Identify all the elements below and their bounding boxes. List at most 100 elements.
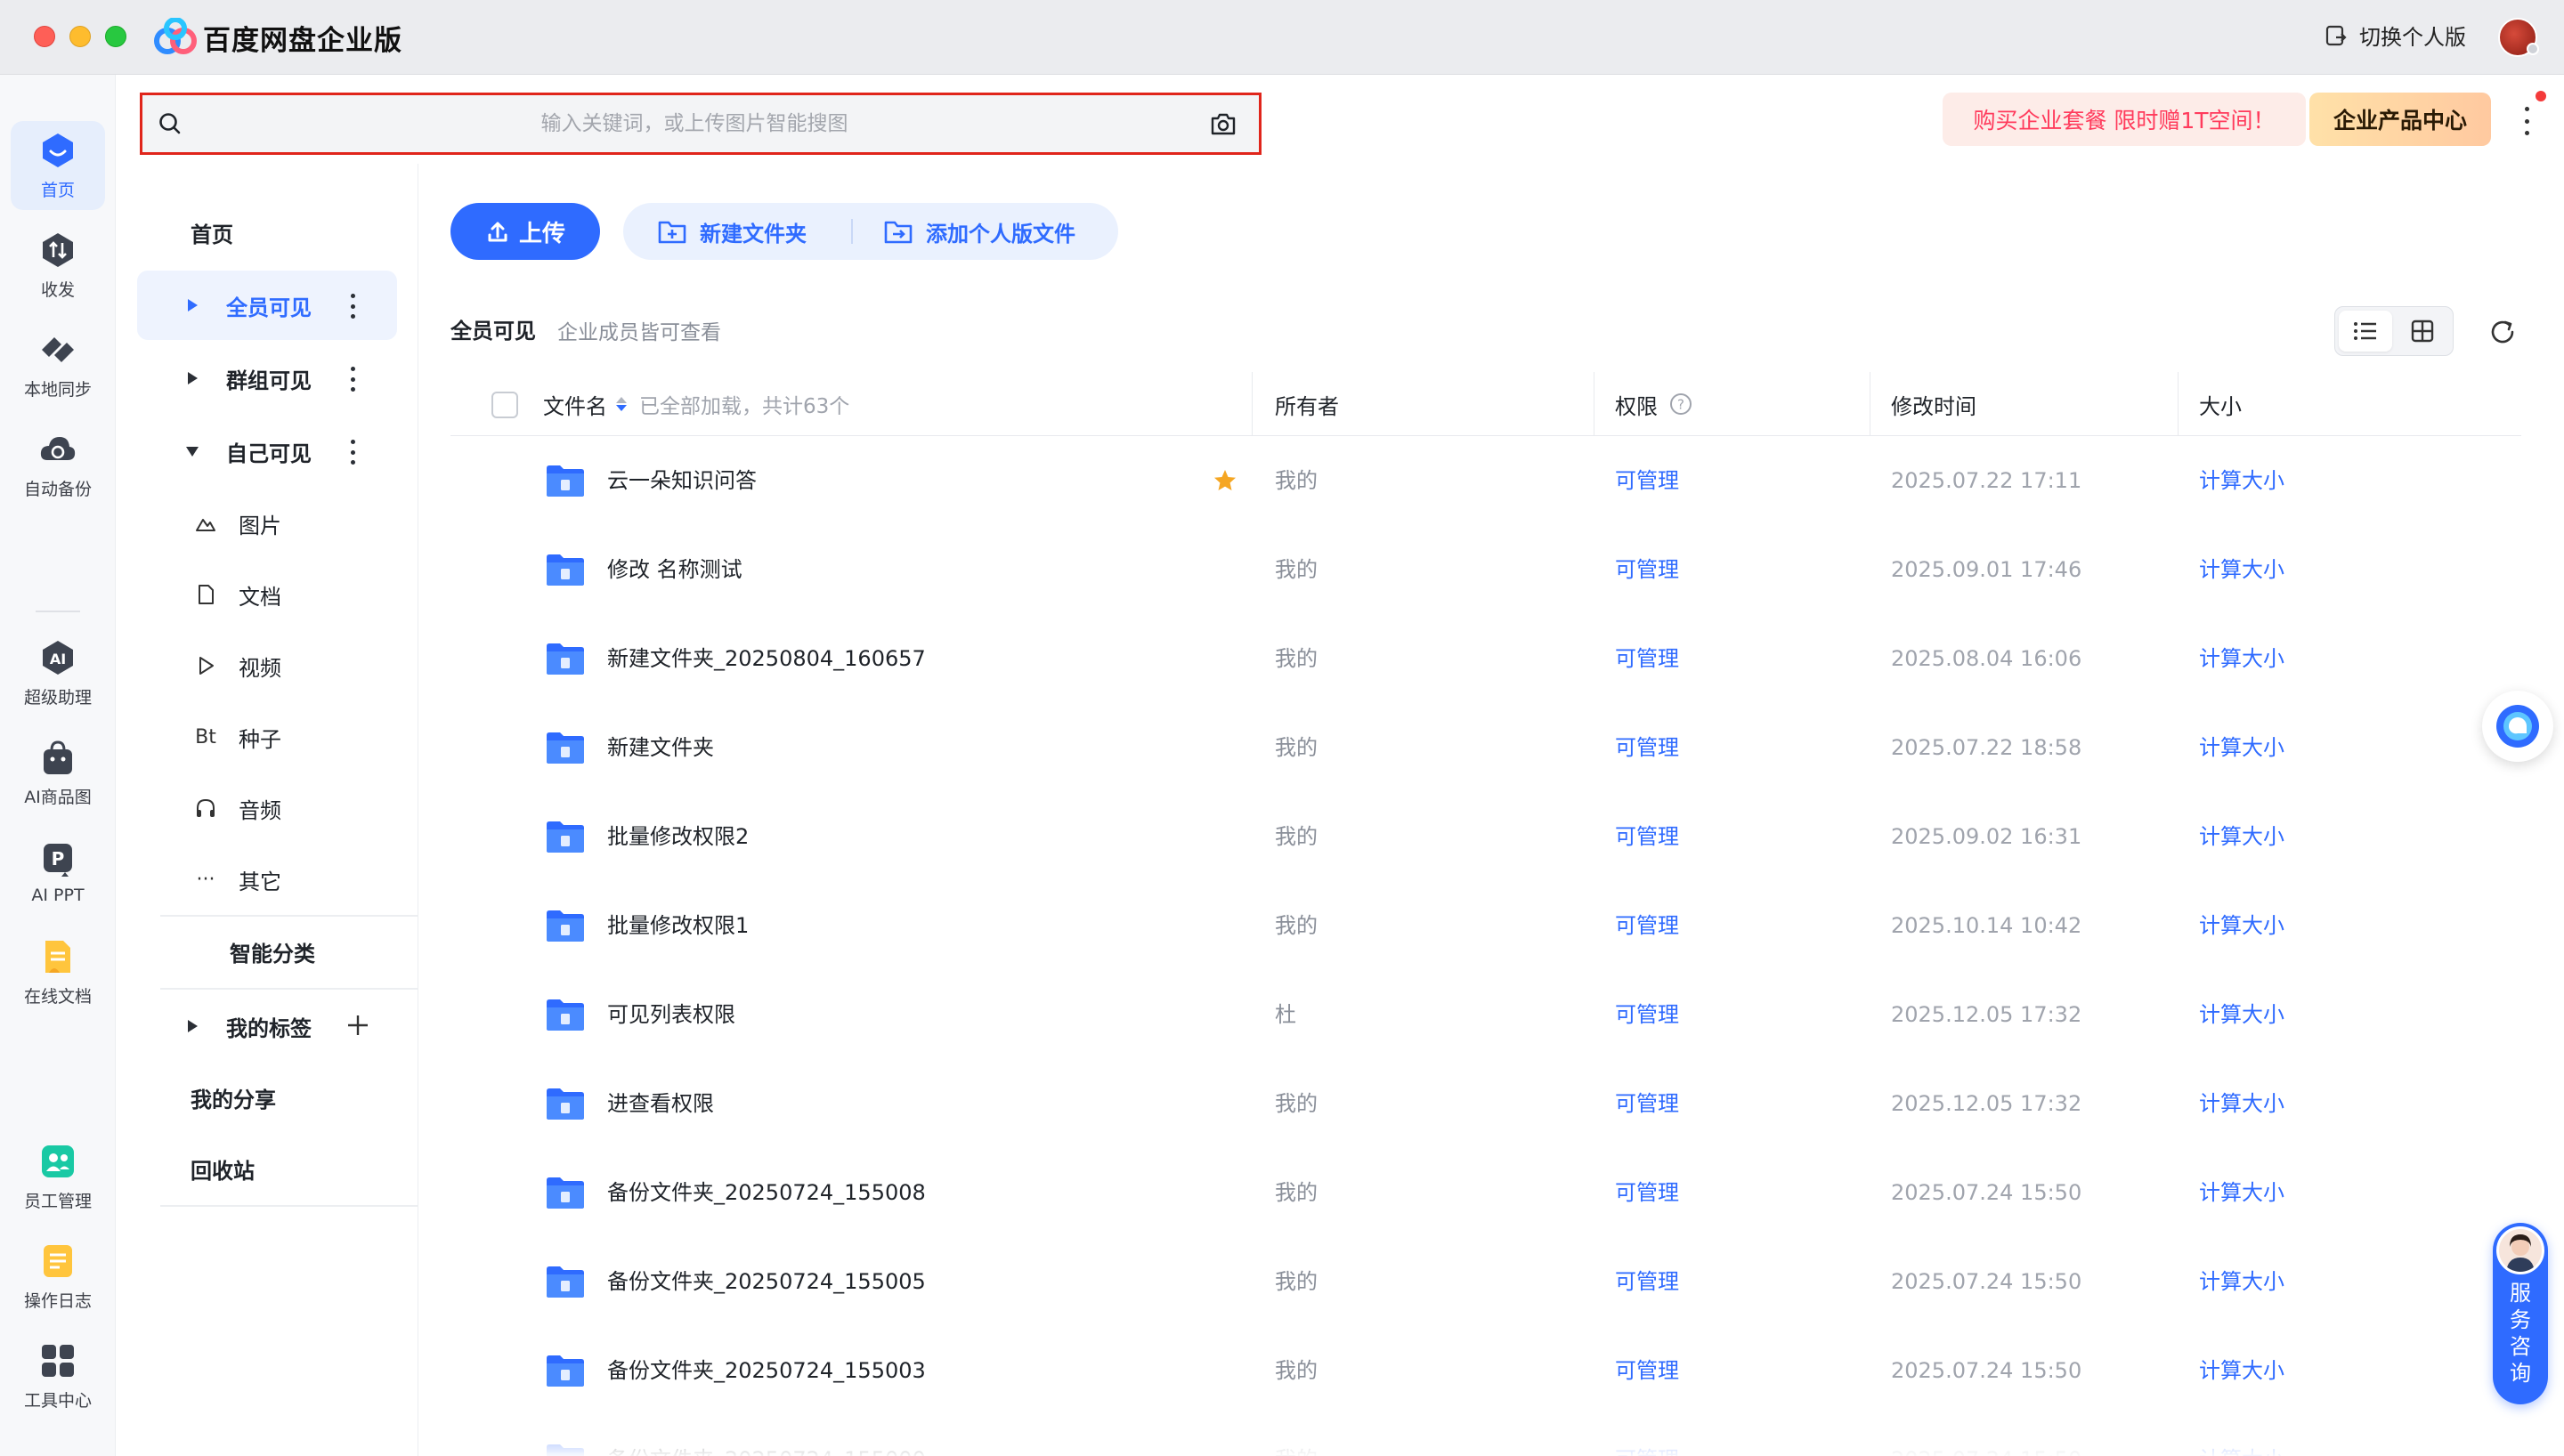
calculate-size-link[interactable]: 计算大小 [2199, 970, 2284, 1059]
maximize-window-button[interactable] [105, 26, 126, 47]
file-name[interactable]: 备份文件夹_20250724_155008 [607, 1148, 926, 1237]
file-permission-link[interactable]: 可管理 [1615, 1059, 1679, 1148]
nav-all-visible[interactable]: 全员可见 [137, 271, 397, 340]
calculate-size-link[interactable]: 计算大小 [2199, 703, 2284, 792]
table-row[interactable]: 进查看权限 我的 可管理 2025.12.05 17:32 计算大小 [450, 1059, 2521, 1148]
column-header-size[interactable]: 大小 [2199, 372, 2242, 436]
column-divider[interactable] [2178, 372, 2179, 436]
file-permission-link[interactable]: 可管理 [1615, 970, 1679, 1059]
rail-item-home[interactable]: 首页 [11, 121, 105, 210]
add-personal-file-button[interactable]: 添加个人版文件 [883, 203, 1075, 260]
table-row[interactable]: 备份文件夹_20250724_155003 我的 可管理 2025.07.24 15:… [450, 1326, 2521, 1415]
camera-icon[interactable] [1209, 110, 1237, 137]
nav-sub-audio[interactable]: 音频 [192, 781, 281, 835]
rail-item-super-assistant[interactable]: AI 超级助理 [11, 628, 105, 717]
file-permission-link[interactable]: 可管理 [1615, 881, 1679, 970]
nav-smart-category[interactable]: 智能分类 [137, 917, 397, 986]
expand-triangle-icon[interactable] [183, 369, 201, 387]
calculate-size-link[interactable]: 计算大小 [2199, 792, 2284, 881]
calculate-size-link[interactable]: 计算大小 [2199, 1148, 2284, 1237]
file-name[interactable]: 批量修改权限1 [607, 881, 749, 970]
calculate-size-link[interactable]: 计算大小 [2199, 881, 2284, 970]
rail-item-local-sync[interactable]: 本地同步 [11, 320, 105, 409]
expand-triangle-icon[interactable] [183, 1017, 201, 1035]
nav-sub-videos[interactable]: 视频 [192, 639, 281, 692]
nav-my-shares[interactable]: 我的分享 [137, 1063, 397, 1132]
nav-home[interactable]: 首页 [137, 198, 397, 267]
more-options-icon[interactable] [351, 367, 358, 392]
promo-banner[interactable]: 购买企业套餐 限时赠1T空间！ [1943, 93, 2306, 146]
table-row[interactable]: 备份文件夹_20250724_155008 我的 可管理 2025.07.24 15:… [450, 1148, 2521, 1237]
file-permission-link[interactable]: 可管理 [1615, 792, 1679, 881]
nav-my-tags[interactable]: 我的标签 [137, 991, 397, 1061]
more-options-icon[interactable] [351, 440, 358, 465]
collapse-triangle-icon[interactable] [183, 442, 201, 460]
rail-item-staff-management[interactable]: 员工管理 [11, 1132, 105, 1221]
column-header-name[interactable]: 文件名 已全部加载，共计63个 [543, 372, 849, 436]
product-center-button[interactable]: 企业产品中心 [2309, 93, 2491, 146]
rail-item-ai-product-image[interactable]: AI商品图 [11, 728, 105, 817]
calculate-size-link[interactable]: 计算大小 [2199, 1237, 2284, 1326]
file-name[interactable]: 可见列表权限 [607, 970, 735, 1059]
more-menu-icon[interactable] [2516, 103, 2537, 139]
table-row[interactable]: 云一朵知识问答 我的 可管理 2025.07.22 17:11 计算大小 [450, 436, 2521, 525]
nav-recycle-bin[interactable]: 回收站 [137, 1134, 397, 1203]
more-options-icon[interactable] [351, 294, 358, 319]
table-row[interactable]: 新建文件夹_20250804_160657 我的 可管理 2025.08.04 16:… [450, 614, 2521, 703]
rail-item-auto-backup[interactable]: 自动备份 [11, 420, 105, 509]
search-bar[interactable] [140, 93, 1262, 155]
rail-item-online-doc[interactable]: 在线文档 [11, 927, 105, 1016]
table-row[interactable]: 备份文件夹_20250724_155005 我的 可管理 2025.07.24 15:… [450, 1237, 2521, 1326]
search-input[interactable] [196, 104, 1193, 143]
column-header-modified[interactable]: 修改时间 [1891, 372, 1976, 436]
nav-sub-documents[interactable]: 文档 [192, 568, 281, 621]
calculate-size-link[interactable]: 计算大小 [2199, 1059, 2284, 1148]
assistant-float-button[interactable] [2482, 691, 2553, 762]
file-name[interactable]: 进查看权限 [607, 1059, 714, 1148]
file-name[interactable]: 备份文件夹_20250724_155005 [607, 1237, 926, 1326]
expand-triangle-icon[interactable] [183, 296, 201, 314]
table-row[interactable]: 批量修改权限2 我的 可管理 2025.09.02 16:31 计算大小 [450, 792, 2521, 881]
switch-personal-button[interactable]: 切换个人版 [2324, 20, 2466, 51]
table-row[interactable]: 修改 名称测试 我的 可管理 2025.09.01 17:46 计算大小 [450, 525, 2521, 614]
table-row[interactable]: 新建文件夹 我的 可管理 2025.07.22 18:58 计算大小 [450, 703, 2521, 792]
refresh-icon[interactable] [2487, 317, 2518, 347]
nav-sub-other[interactable]: ··· 其它 [192, 853, 282, 906]
upload-button[interactable]: 上传 [450, 203, 600, 260]
calculate-size-link[interactable]: 计算大小 [2199, 525, 2284, 614]
calculate-size-link[interactable]: 计算大小 [2199, 1326, 2284, 1415]
file-permission-link[interactable]: 可管理 [1615, 1148, 1679, 1237]
file-permission-link[interactable]: 可管理 [1615, 525, 1679, 614]
close-window-button[interactable] [34, 26, 55, 47]
file-name[interactable]: 新建文件夹_20250804_160657 [607, 614, 926, 703]
file-permission-link[interactable]: 可管理 [1615, 703, 1679, 792]
table-row[interactable]: 批量修改权限1 我的 可管理 2025.10.14 10:42 计算大小 [450, 881, 2521, 970]
select-all-checkbox[interactable] [491, 392, 518, 418]
file-name[interactable]: 修改 名称测试 [607, 525, 742, 614]
rail-item-ai-ppt[interactable]: P AI PPT [11, 828, 105, 917]
nav-sub-images[interactable]: 图片 [192, 497, 281, 550]
file-name[interactable]: 云一朵知识问答 [607, 436, 757, 525]
rail-item-operation-log[interactable]: 操作日志 [11, 1232, 105, 1321]
file-name[interactable]: 新建文件夹 [607, 703, 714, 792]
new-folder-button[interactable]: 新建文件夹 [657, 203, 807, 260]
grid-view-button[interactable] [2396, 311, 2449, 352]
list-view-button[interactable] [2339, 311, 2392, 352]
nav-self-visible[interactable]: 自己可见 [137, 417, 397, 486]
file-permission-link[interactable]: 可管理 [1615, 1326, 1679, 1415]
file-name[interactable]: 批量修改权限2 [607, 792, 749, 881]
minimize-window-button[interactable] [69, 26, 91, 47]
table-row[interactable]: 可见列表权限 杜 可管理 2025.12.05 17:32 计算大小 [450, 970, 2521, 1059]
calculate-size-link[interactable]: 计算大小 [2199, 436, 2284, 525]
column-divider[interactable] [1252, 372, 1253, 436]
nav-sub-torrents[interactable]: Bt 种子 [192, 710, 281, 764]
add-tag-icon[interactable] [342, 1009, 374, 1041]
nav-group-visible[interactable]: 群组可见 [137, 344, 397, 413]
service-consult-button[interactable]: 服务咨询 [2493, 1223, 2548, 1404]
file-permission-link[interactable]: 可管理 [1615, 614, 1679, 703]
file-permission-link[interactable]: 可管理 [1615, 1237, 1679, 1326]
file-permission-link[interactable]: 可管理 [1615, 436, 1679, 525]
sort-icon[interactable] [616, 397, 627, 411]
rail-item-transfer[interactable]: 收发 [11, 221, 105, 310]
rail-item-tool-center[interactable]: 工具中心 [11, 1331, 105, 1420]
